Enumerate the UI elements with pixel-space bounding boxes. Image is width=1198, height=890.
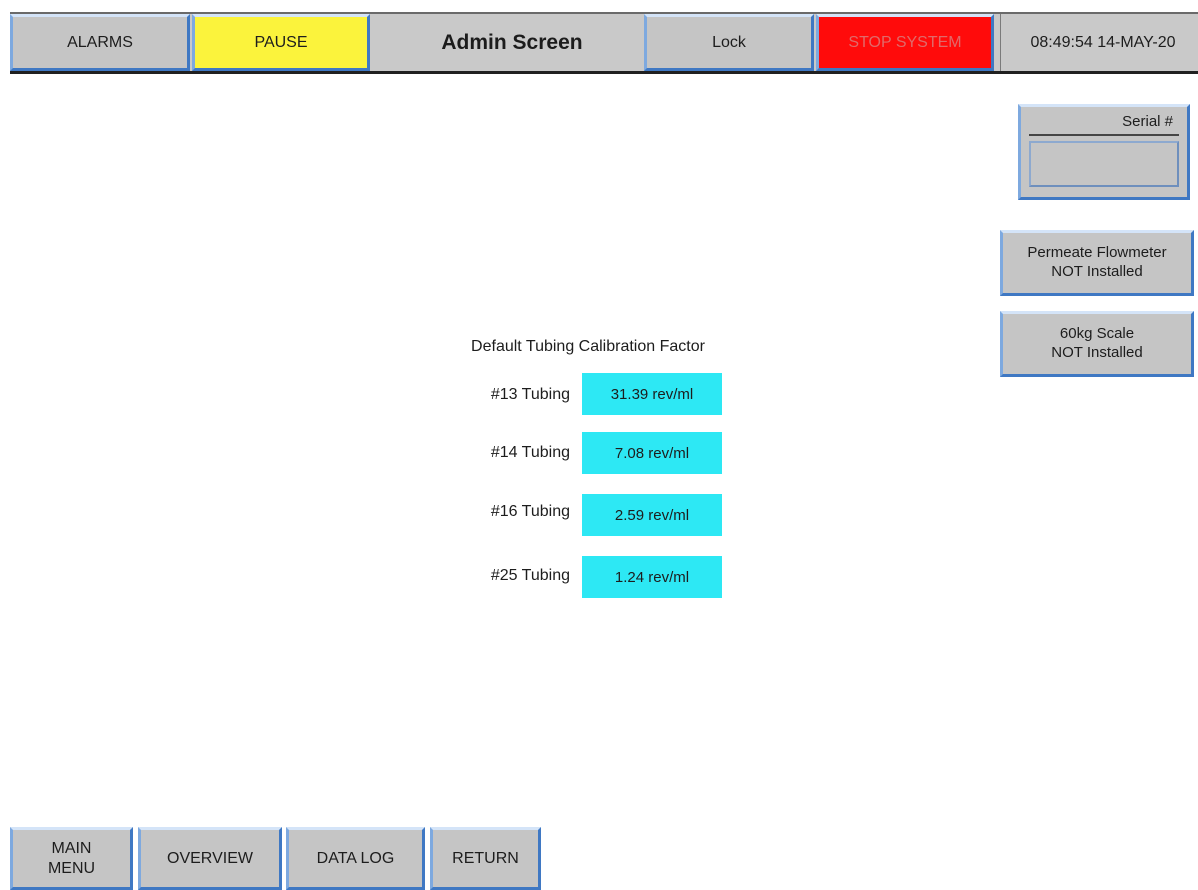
lock-button[interactable]: Lock bbox=[644, 14, 814, 71]
return-button[interactable]: RETURN bbox=[430, 827, 541, 890]
pause-button[interactable]: PAUSE bbox=[192, 14, 370, 71]
tubing-13-value[interactable]: 31.39 rev/ml bbox=[582, 373, 722, 415]
tubing-16-label: #16 Tubing bbox=[490, 503, 570, 520]
tubing-14-value[interactable]: 7.08 rev/ml bbox=[582, 432, 722, 474]
serial-number-input[interactable] bbox=[1029, 141, 1179, 187]
tubing-25-value[interactable]: 1.24 rev/ml bbox=[582, 556, 722, 598]
tubing-14-label: #14 Tubing bbox=[490, 444, 570, 461]
overview-button[interactable]: OVERVIEW bbox=[138, 827, 282, 890]
header-divider bbox=[1000, 14, 1001, 71]
alarms-button[interactable]: ALARMS bbox=[10, 14, 190, 71]
header-bar: ALARMS PAUSE Admin Screen Lock STOP SYST… bbox=[10, 12, 1198, 74]
data-log-button[interactable]: DATA LOG bbox=[286, 827, 425, 890]
permeate-flowmeter-button[interactable]: Permeate Flowmeter NOT Installed bbox=[1000, 230, 1194, 296]
stop-system-button[interactable]: STOP SYSTEM bbox=[816, 14, 994, 71]
page-title: Admin Screen bbox=[441, 30, 583, 54]
calibration-title: Default Tubing Calibration Factor bbox=[471, 338, 705, 355]
60kg-scale-button[interactable]: 60kg Scale NOT Installed bbox=[1000, 311, 1194, 377]
serial-number-label: Serial # bbox=[1029, 113, 1179, 136]
main-menu-button[interactable]: MAIN MENU bbox=[10, 827, 133, 890]
serial-number-panel: Serial # bbox=[1018, 104, 1190, 200]
datetime-display: 08:49:54 14-MAY-20 bbox=[1030, 33, 1176, 51]
tubing-25-label: #25 Tubing bbox=[490, 567, 570, 584]
tubing-16-value[interactable]: 2.59 rev/ml bbox=[582, 494, 722, 536]
tubing-13-label: #13 Tubing bbox=[490, 386, 570, 403]
